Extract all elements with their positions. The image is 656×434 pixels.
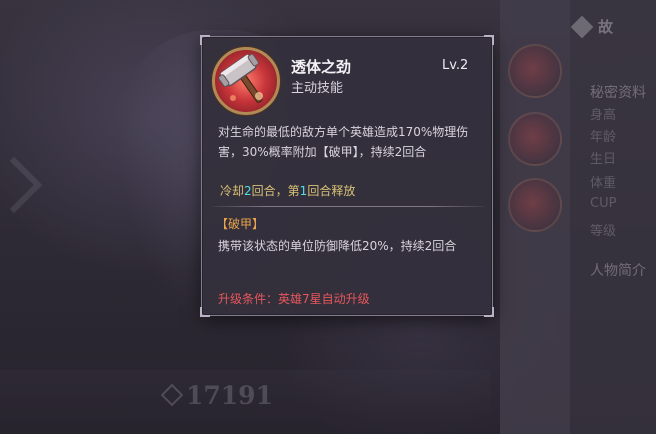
buff-title: 【破甲】 [216, 217, 265, 231]
previous-arrow-icon[interactable] [0, 156, 43, 214]
buff-description: 携带该状态的单位防御降低20%，持续2回合 [218, 239, 457, 253]
cooldown-suffix: 回合释放 [307, 184, 356, 198]
side-skill-icon-2[interactable] [508, 112, 562, 166]
section-divider [212, 206, 484, 207]
cooldown-info: 冷却2回合，第1回合释放 [220, 182, 355, 199]
game-screen: 17191 故 秘密资料 身高 年龄 生日 体重 CUP 等级 人物简介 透体之… [0, 0, 656, 434]
diamond-icon [570, 15, 594, 38]
power-gem-icon [160, 383, 184, 407]
side-skill-icon-3[interactable] [508, 178, 562, 232]
side-row-2: 年龄 [590, 130, 617, 145]
cooldown-turns: 2 [244, 184, 252, 198]
cooldown-middle: 回合，第 [251, 184, 300, 198]
power-value: 17191 [186, 380, 273, 410]
side-row-3: 生日 [590, 152, 617, 167]
side-header-label: 故 [598, 18, 614, 36]
profile-title: 人物简介 [590, 263, 646, 279]
corner-ornament [200, 35, 210, 45]
power-display: 17191 [160, 378, 314, 412]
corner-ornament [484, 35, 494, 45]
skill-level: Lv.2 [442, 58, 469, 73]
side-row-5: CUP [590, 196, 617, 211]
skill-tooltip: 透体之劲 主动技能 Lv.2 对生命的最低的敌方单个英雄造成170%物理伤害，3… [200, 35, 494, 317]
skill-description: 对生命的最低的敌方单个英雄造成170%物理伤害，30%概率附加【破甲】，持续2回… [218, 125, 469, 159]
skill-name: 透体之劲 [291, 58, 352, 76]
skill-type: 主动技能 [291, 81, 344, 96]
cooldown-prefix: 冷却 [220, 184, 245, 198]
side-skill-icon-1[interactable] [508, 44, 562, 98]
upgrade-condition: 升级条件：英雄7星自动升级 [218, 292, 370, 306]
hammer-icon [212, 47, 280, 115]
side-row-1: 身高 [590, 108, 617, 123]
side-panel-header: 故 [570, 15, 614, 38]
secret-info-title: 秘密资料 [590, 85, 646, 101]
side-row-6: 等级 [590, 224, 617, 239]
side-row-4: 体重 [590, 176, 617, 191]
corner-ornament [484, 307, 494, 317]
corner-ornament [200, 307, 210, 317]
